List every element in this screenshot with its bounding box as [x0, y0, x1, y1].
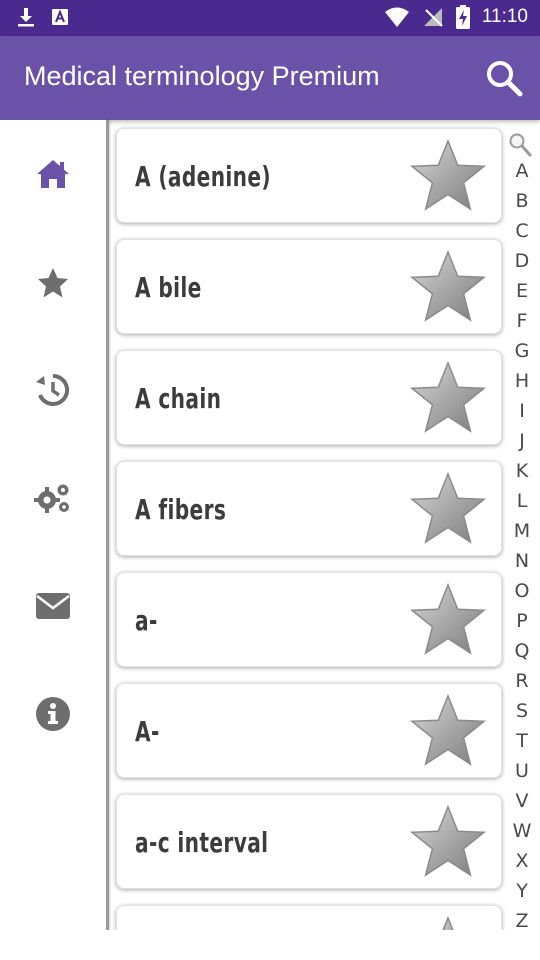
list-item[interactable]: A bile — [116, 239, 502, 334]
magnifier-icon[interactable] — [508, 132, 532, 158]
index-letter[interactable]: R — [506, 670, 538, 692]
index-letter[interactable]: D — [506, 250, 538, 272]
list-item[interactable]: A- — [116, 683, 502, 778]
index-letter[interactable]: A — [506, 160, 538, 182]
index-letter[interactable]: U — [506, 760, 538, 782]
star-icon — [38, 268, 68, 298]
list-item[interactable] — [116, 905, 502, 930]
favorite-star-icon[interactable] — [409, 248, 487, 326]
favorite-star-icon[interactable] — [409, 914, 487, 930]
index-letter[interactable]: J — [506, 430, 538, 452]
wifi-icon — [384, 7, 409, 27]
term-label: A bile — [135, 271, 202, 304]
list-item[interactable]: A chain — [116, 350, 502, 445]
list-item[interactable]: a-c interval — [116, 794, 502, 889]
index-letter[interactable]: I — [506, 400, 538, 422]
favorite-star-icon[interactable] — [409, 803, 487, 881]
index-letter[interactable]: T — [506, 730, 538, 752]
index-letter[interactable]: F — [506, 310, 538, 332]
index-letter[interactable]: O — [506, 580, 538, 602]
term-label: A (adenine) — [135, 160, 272, 193]
favorite-star-icon[interactable] — [409, 470, 487, 548]
navigation-bar-area — [0, 930, 540, 960]
index-letter[interactable]: S — [506, 700, 538, 722]
index-letter[interactable]: E — [506, 280, 538, 302]
favorite-star-icon[interactable] — [409, 137, 487, 215]
index-letter[interactable]: L — [506, 490, 538, 512]
index-letter[interactable]: B — [506, 190, 538, 212]
index-letter[interactable]: N — [506, 550, 538, 572]
index-letter[interactable]: W — [506, 820, 538, 842]
alphabet-index[interactable]: ABCDEFGHIJKLMNOPQRSTUVWXYZ — [506, 130, 540, 932]
sidebar — [0, 120, 106, 930]
download-icon — [18, 8, 34, 27]
index-letter[interactable]: Y — [506, 880, 538, 902]
term-label: A- — [135, 715, 160, 748]
mail-icon — [36, 593, 70, 619]
sidebar-item-contact[interactable] — [33, 586, 73, 626]
term-label: A fibers — [135, 493, 227, 526]
app-bar: Medical terminology Premium — [0, 36, 540, 120]
sidebar-item-info[interactable] — [33, 694, 73, 734]
index-letter[interactable]: P — [506, 610, 538, 632]
home-icon — [37, 160, 69, 188]
index-letter[interactable]: V — [506, 790, 538, 812]
status-bar: 11:10 — [0, 0, 540, 36]
index-letter[interactable]: G — [506, 340, 538, 362]
no-signal-icon — [423, 8, 443, 27]
index-letter[interactable]: Q — [506, 640, 538, 662]
battery-charging-icon — [455, 5, 470, 29]
term-label: a-c interval — [135, 826, 269, 859]
index-letter[interactable]: M — [506, 520, 538, 542]
term-label: A chain — [135, 382, 222, 415]
sidebar-item-home[interactable] — [33, 154, 73, 194]
list-item[interactable]: A (adenine) — [116, 128, 502, 223]
settings-icon — [34, 484, 69, 513]
index-letter[interactable]: C — [506, 220, 538, 242]
sidebar-divider — [106, 120, 109, 930]
index-letter[interactable]: Z — [506, 910, 538, 932]
clock: 11:10 — [481, 6, 528, 27]
page-title: Medical terminology Premium — [24, 61, 380, 91]
favorite-star-icon[interactable] — [409, 692, 487, 770]
favorite-star-icon[interactable] — [409, 359, 487, 437]
sidebar-item-history[interactable] — [33, 370, 73, 410]
index-letter[interactable]: K — [506, 460, 538, 482]
favorite-star-icon[interactable] — [409, 581, 487, 659]
index-letter[interactable]: X — [506, 850, 538, 872]
term-list[interactable]: A (adenine) A bile A chain A fibers a- A… — [110, 120, 506, 930]
list-item[interactable]: a- — [116, 572, 502, 667]
sidebar-item-favorites[interactable] — [33, 263, 73, 303]
index-letter[interactable]: H — [506, 370, 538, 392]
info-icon — [36, 697, 70, 731]
term-label: a- — [135, 604, 158, 637]
sidebar-item-settings[interactable] — [33, 478, 73, 518]
text-app-icon — [52, 9, 68, 25]
search-icon[interactable] — [484, 58, 524, 98]
history-icon — [36, 373, 70, 406]
list-item[interactable]: A fibers — [116, 461, 502, 556]
